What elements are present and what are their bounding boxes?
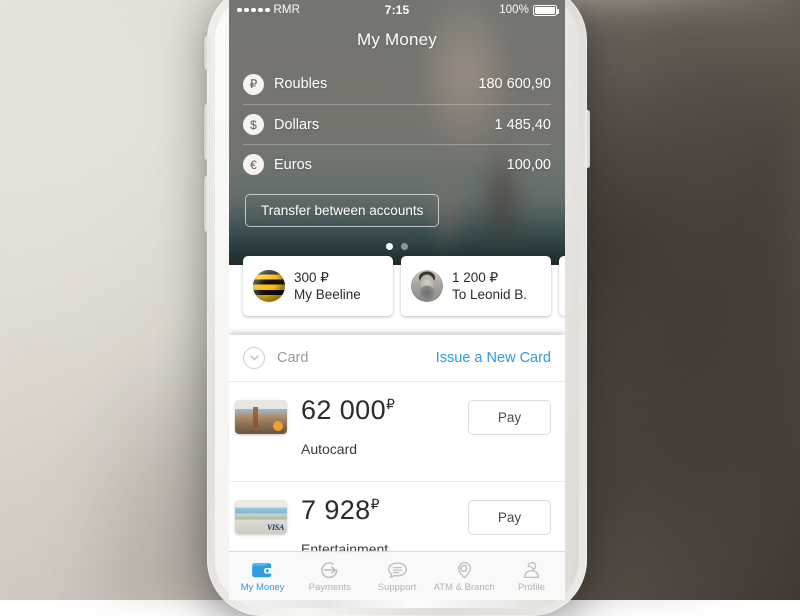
page-indicator[interactable] xyxy=(229,243,565,250)
euro-icon: € xyxy=(243,154,264,175)
chat-bubble-icon xyxy=(386,560,409,580)
silent-switch[interactable] xyxy=(204,36,209,70)
card-name: Autocard xyxy=(301,441,468,457)
beeline-logo-icon xyxy=(253,270,285,302)
phone-screen: RMR 7:15 100% My Money ₽ Roubles 180 600… xyxy=(229,0,565,600)
volume-down-button[interactable] xyxy=(204,176,209,232)
quick-action-amount: 1 200 ₽ xyxy=(452,269,527,286)
balance-value: 100,00 xyxy=(507,157,551,173)
balance-value: 180 600,90 xyxy=(478,76,551,92)
tab-label: Payments xyxy=(309,582,351,593)
power-button[interactable] xyxy=(585,110,590,168)
rouble-sign: ₽ xyxy=(386,396,395,412)
card-list-item[interactable]: 62 000₽ Autocard Pay xyxy=(229,382,565,482)
rouble-icon: ₽ xyxy=(243,74,264,95)
quick-action-amount: 300 ₽ xyxy=(294,269,361,286)
tab-payments[interactable]: Payments xyxy=(296,552,363,600)
issue-new-card-link[interactable]: Issue a New Card xyxy=(436,350,551,366)
visa-beach-card-thumb: VISA xyxy=(235,500,287,534)
carrier-label: RMR xyxy=(274,4,301,16)
quick-action-card-partial[interactable] xyxy=(559,256,565,316)
tab-label: Suppport xyxy=(378,582,417,593)
quick-action-card[interactable]: 1 200 ₽ To Leonid B. xyxy=(401,256,551,316)
status-bar: RMR 7:15 100% xyxy=(229,0,565,20)
signal-strength-icon xyxy=(237,8,270,13)
balance-row[interactable]: $ Dollars 1 485,40 xyxy=(243,104,551,144)
transfer-arrow-icon xyxy=(318,560,341,580)
card-balance: 7 928₽ xyxy=(301,496,468,524)
venice-card-thumb xyxy=(235,400,287,434)
chevron-down-icon[interactable] xyxy=(243,347,265,369)
rouble-sign: ₽ xyxy=(371,496,380,512)
volume-up-button[interactable] xyxy=(204,104,209,160)
tab-my-money[interactable]: My Money xyxy=(229,552,296,600)
quick-action-name: My Beeline xyxy=(294,286,361,303)
visa-logo-icon: VISA xyxy=(267,523,284,532)
page-dot-2[interactable] xyxy=(401,243,408,250)
cards-section-header: Card Issue a New Card xyxy=(229,335,565,382)
account-header: RMR 7:15 100% My Money ₽ Roubles 180 600… xyxy=(229,0,565,265)
tab-label: Profile xyxy=(518,582,545,593)
balance-value: 1 485,40 xyxy=(495,117,551,133)
balance-label: Euros xyxy=(274,157,507,173)
tab-label: My Money xyxy=(241,582,285,593)
dollar-icon: $ xyxy=(243,114,264,135)
battery-icon xyxy=(533,5,557,16)
status-time: 7:15 xyxy=(385,3,409,17)
balance-label: Roubles xyxy=(274,76,478,92)
balance-row[interactable]: ₽ Roubles 180 600,90 xyxy=(243,64,551,104)
card-balance-amount: 7 928 xyxy=(301,495,371,525)
pay-button[interactable]: Pay xyxy=(468,400,551,435)
transfer-between-accounts-button[interactable]: Transfer between accounts xyxy=(245,194,439,227)
page-title: My Money xyxy=(229,30,565,50)
battery-percent-label: 100% xyxy=(499,4,529,16)
map-pin-icon xyxy=(453,560,476,580)
tab-profile[interactable]: Profile xyxy=(498,552,565,600)
tab-bar: My Money Payments xyxy=(229,551,565,600)
balance-label: Dollars xyxy=(274,117,495,133)
card-balance: 62 000₽ xyxy=(301,396,468,424)
cards-section-title: Card xyxy=(277,350,436,366)
quick-actions-carousel[interactable]: 300 ₽ My Beeline 1 200 ₽ To Leonid B. xyxy=(229,256,565,324)
quick-action-name: To Leonid B. xyxy=(452,286,527,303)
balances-list: ₽ Roubles 180 600,90 $ Dollars 1 485,40 … xyxy=(229,64,565,184)
person-icon xyxy=(520,560,543,580)
tab-support[interactable]: Suppport xyxy=(363,552,430,600)
tab-label: ATM & Branch xyxy=(434,582,495,593)
avatar xyxy=(411,270,443,302)
phone-device: RMR 7:15 100% My Money ₽ Roubles 180 600… xyxy=(207,0,587,616)
pay-button[interactable]: Pay xyxy=(468,500,551,535)
card-balance-amount: 62 000 xyxy=(301,395,386,425)
tab-atm-branch[interactable]: ATM & Branch xyxy=(431,552,498,600)
wallet-icon xyxy=(251,560,274,580)
page-dot-1[interactable] xyxy=(386,243,393,250)
balance-row[interactable]: € Euros 100,00 xyxy=(243,144,551,184)
quick-action-card[interactable]: 300 ₽ My Beeline xyxy=(243,256,393,316)
